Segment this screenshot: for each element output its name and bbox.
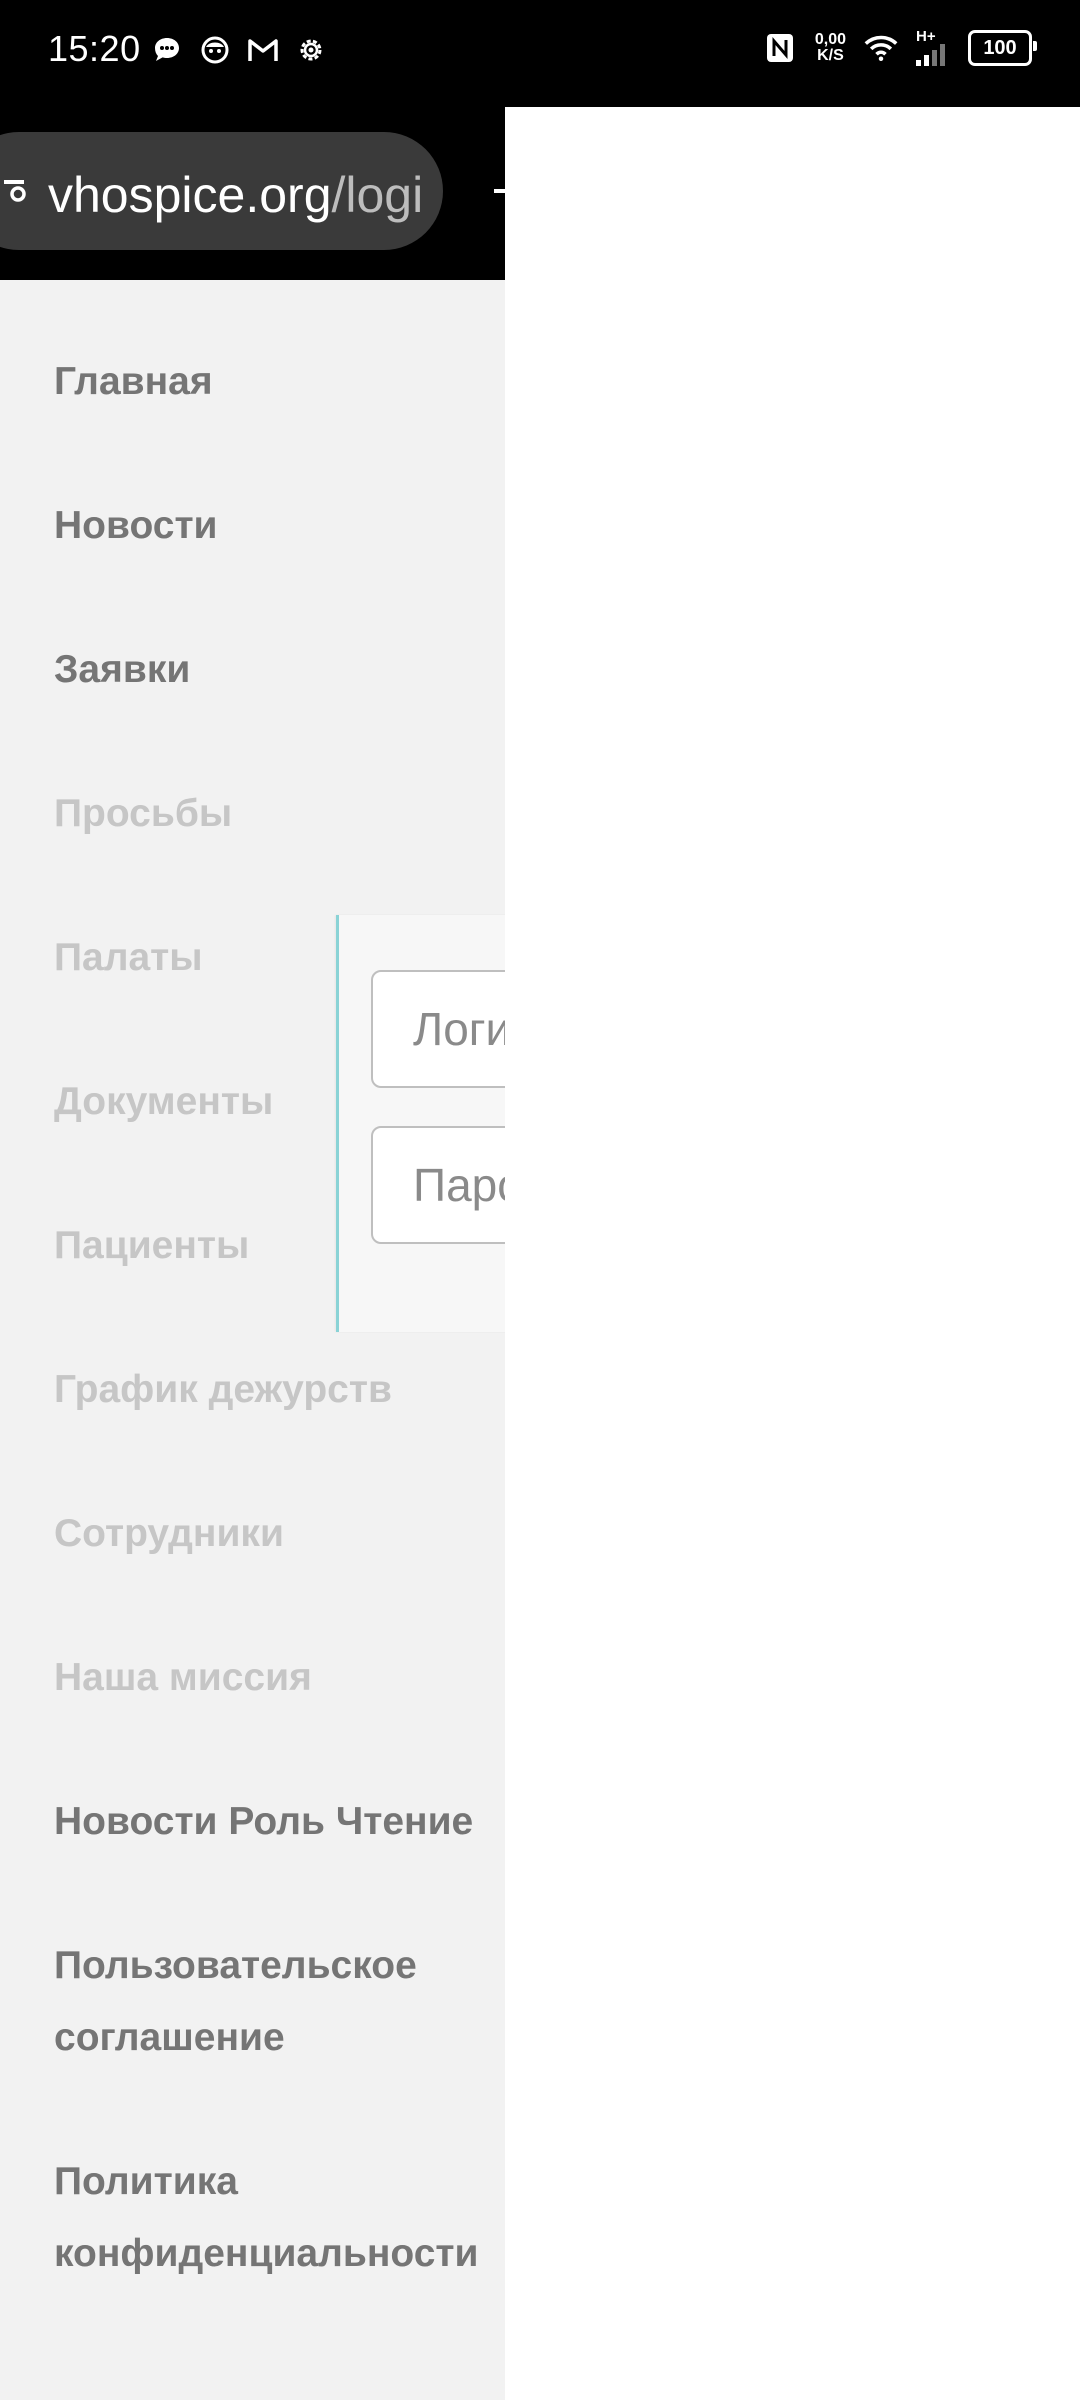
menu-item-label-line1: Пользовательское bbox=[54, 1944, 417, 1987]
menu-item-home[interactable]: Главная bbox=[54, 346, 213, 418]
menu-item-employees: Сотрудники bbox=[54, 1512, 284, 1555]
menu-item-duty-schedule: График дежурств bbox=[54, 1368, 392, 1411]
nfc-icon bbox=[763, 31, 797, 65]
menu-item-our-mission: Наша миссия bbox=[54, 1656, 312, 1699]
menu-item-patients: Пациенты bbox=[54, 1224, 250, 1267]
menu-item-wards: Палаты bbox=[54, 936, 203, 979]
system-icons: 0,00 K/S H+ 100 bbox=[763, 28, 1037, 66]
signal-icon: H+ bbox=[916, 28, 950, 66]
new-tab-icon[interactable] bbox=[494, 189, 505, 193]
notification-icons bbox=[150, 33, 328, 67]
gmail-icon bbox=[246, 33, 280, 67]
menu-item-documents: Документы bbox=[54, 1080, 274, 1123]
menu-item-label-line1: Политика bbox=[54, 2160, 238, 2203]
battery-icon: 100 bbox=[968, 30, 1037, 66]
drawer-scrim[interactable] bbox=[505, 107, 1080, 2400]
menu-item-user-agreement[interactable]: Пользовательское соглашение bbox=[54, 1930, 417, 2074]
url-text[interactable]: vhospice.org/logi bbox=[48, 166, 423, 224]
side-drawer: Главная Новости Заявки Просьбы Палаты До… bbox=[0, 280, 505, 2400]
menu-item-requests: Просьбы bbox=[54, 792, 233, 835]
password-field[interactable]: Паро bbox=[371, 1126, 505, 1244]
site-settings-icon[interactable] bbox=[2, 174, 32, 204]
menu-item-label-line2: соглашение bbox=[54, 2016, 285, 2059]
password-placeholder: Паро bbox=[413, 1159, 505, 1211]
login-placeholder: Логи bbox=[413, 1003, 505, 1055]
menu-item-news[interactable]: Новости bbox=[54, 490, 218, 562]
message-icon bbox=[150, 33, 184, 67]
net-speed-unit: K/S bbox=[817, 47, 844, 64]
menu-item-claims[interactable]: Заявки bbox=[54, 634, 190, 706]
menu-item-privacy-policy[interactable]: Политика конфиденциальности bbox=[54, 2146, 479, 2290]
menu-item-news-role-reading[interactable]: Новости Роль Чтение bbox=[54, 1786, 473, 1858]
status-time: 15:20 bbox=[48, 28, 141, 69]
battery-level: 100 bbox=[983, 36, 1017, 59]
status-bar: 15:20 0,00 K/S H+ 100 bbox=[0, 0, 1080, 107]
menu-item-label-line2: конфиденциальности bbox=[54, 2232, 479, 2275]
net-speed: 0,00 K/S bbox=[815, 32, 846, 64]
app-face-icon bbox=[198, 33, 232, 67]
net-speed-value: 0,00 bbox=[814, 31, 846, 48]
settings-gear-icon bbox=[294, 33, 328, 67]
network-type: H+ bbox=[916, 28, 936, 45]
url-domain: vhospice.org bbox=[48, 167, 332, 223]
login-card: Логи Паро bbox=[336, 915, 505, 1332]
url-path: /logi bbox=[331, 167, 424, 223]
login-field[interactable]: Логи bbox=[371, 970, 505, 1088]
wifi-icon bbox=[864, 31, 898, 65]
